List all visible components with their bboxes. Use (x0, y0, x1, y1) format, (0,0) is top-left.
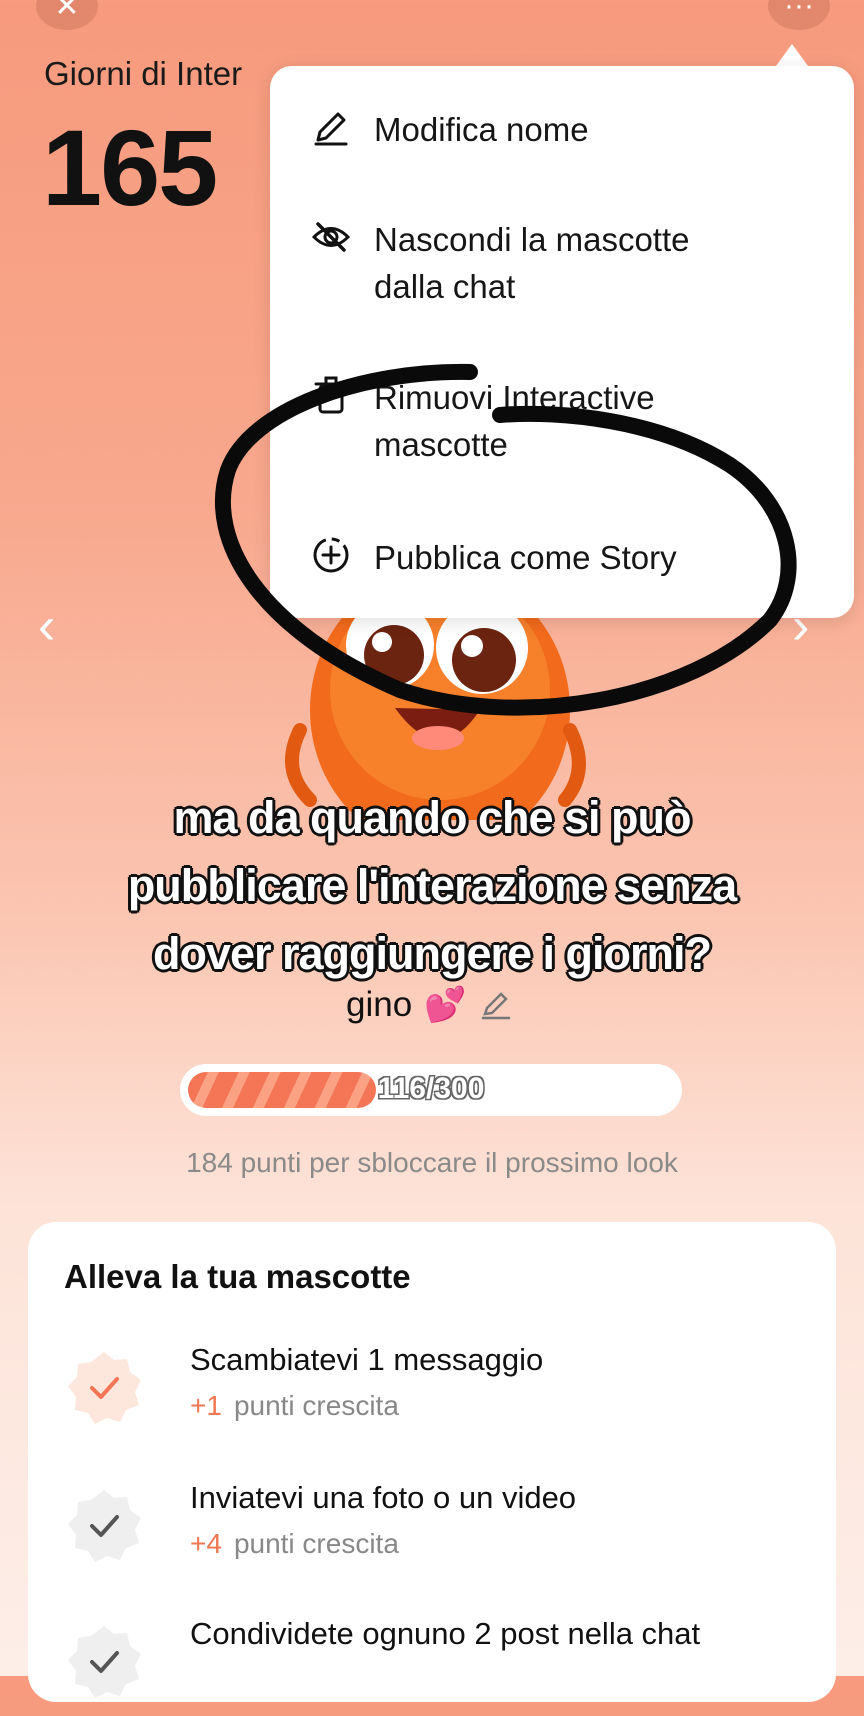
task-title: Condividete ognuno 2 post nella chat (190, 1616, 701, 1651)
check-badge-icon (68, 1352, 141, 1424)
menu-item-label: Modifica nome (374, 111, 589, 148)
close-button[interactable]: ✕ (36, 0, 98, 30)
unlock-hint: 184 punti per sbloccare il prossimo look (186, 1147, 678, 1178)
menu-item-publish-story[interactable]: Pubblica come Story (310, 534, 834, 581)
menu-item-label-line2: mascotte (374, 426, 508, 463)
progress-text: 116/300 (377, 1072, 485, 1105)
caption-line: dover raggiungere i giorni? (152, 928, 712, 979)
previous-arrow-icon[interactable]: ‹ (38, 596, 55, 656)
menu-item-label-line2: dalla chat (374, 268, 516, 305)
eye-off-icon (311, 222, 351, 252)
more-options-button[interactable]: ··· (768, 0, 830, 30)
menu-pointer (776, 44, 808, 66)
menu-item-hide-mascot[interactable]: Nascondi la mascotte dalla chat (310, 216, 834, 310)
menu-item-remove-mascot[interactable]: Rimuovi Interactive mascotte (310, 374, 834, 468)
caption-line: pubblicare l'interazione senza (127, 860, 737, 911)
hearts-emoji: 💕 (424, 986, 467, 1024)
task-title: Scambiatevi 1 messaggio (190, 1342, 544, 1377)
edit-name-pencil-icon[interactable] (479, 988, 513, 1022)
pet-name-row[interactable]: gino 💕 (346, 985, 513, 1025)
tasks-card: Alleva la tua mascotte Scambiatevi 1 mes… (28, 1222, 836, 1702)
task-item: Scambiatevi 1 messaggio +1 punti crescita (64, 1342, 804, 1442)
menu-item-label-line1: Rimuovi Interactive (374, 379, 655, 416)
more-icon: ··· (784, 0, 814, 22)
pencil-icon (314, 112, 348, 146)
task-item: Condividete ognuno 2 post nella chat (64, 1616, 804, 1716)
card-title: Alleva la tua mascotte (64, 1258, 411, 1295)
task-title: Inviatevi una foto o un video (190, 1480, 577, 1515)
menu-item-label: Pubblica come Story (374, 539, 677, 576)
trash-icon (314, 376, 348, 414)
check-badge-icon (68, 1490, 141, 1562)
task-points: +1 punti crescita (190, 1390, 399, 1422)
growth-progress-bar: 116/300 (180, 1064, 682, 1116)
points-label: punti crescita (233, 1390, 399, 1421)
points-value: +1 (190, 1390, 222, 1421)
task-points: +4 punti crescita (190, 1528, 399, 1560)
menu-item-edit-name[interactable]: Modifica nome (310, 106, 834, 153)
points-label: punti crescita (233, 1528, 399, 1559)
options-menu: Modifica nome Nascondi la mascotte dalla… (270, 66, 854, 618)
task-item: Inviatevi una foto o un video +4 punti cr… (64, 1480, 804, 1580)
menu-item-label-line1: Nascondi la mascotte (374, 221, 690, 258)
close-icon: ✕ (54, 0, 80, 23)
check-badge-icon (68, 1626, 141, 1698)
add-story-icon (313, 537, 349, 573)
days-label: Giorni di Inter (44, 55, 243, 92)
caption-line: ma da quando che si può (173, 792, 691, 843)
points-value: +4 (190, 1528, 222, 1559)
days-value: 165 (42, 107, 218, 228)
pet-name: gino (346, 985, 413, 1024)
